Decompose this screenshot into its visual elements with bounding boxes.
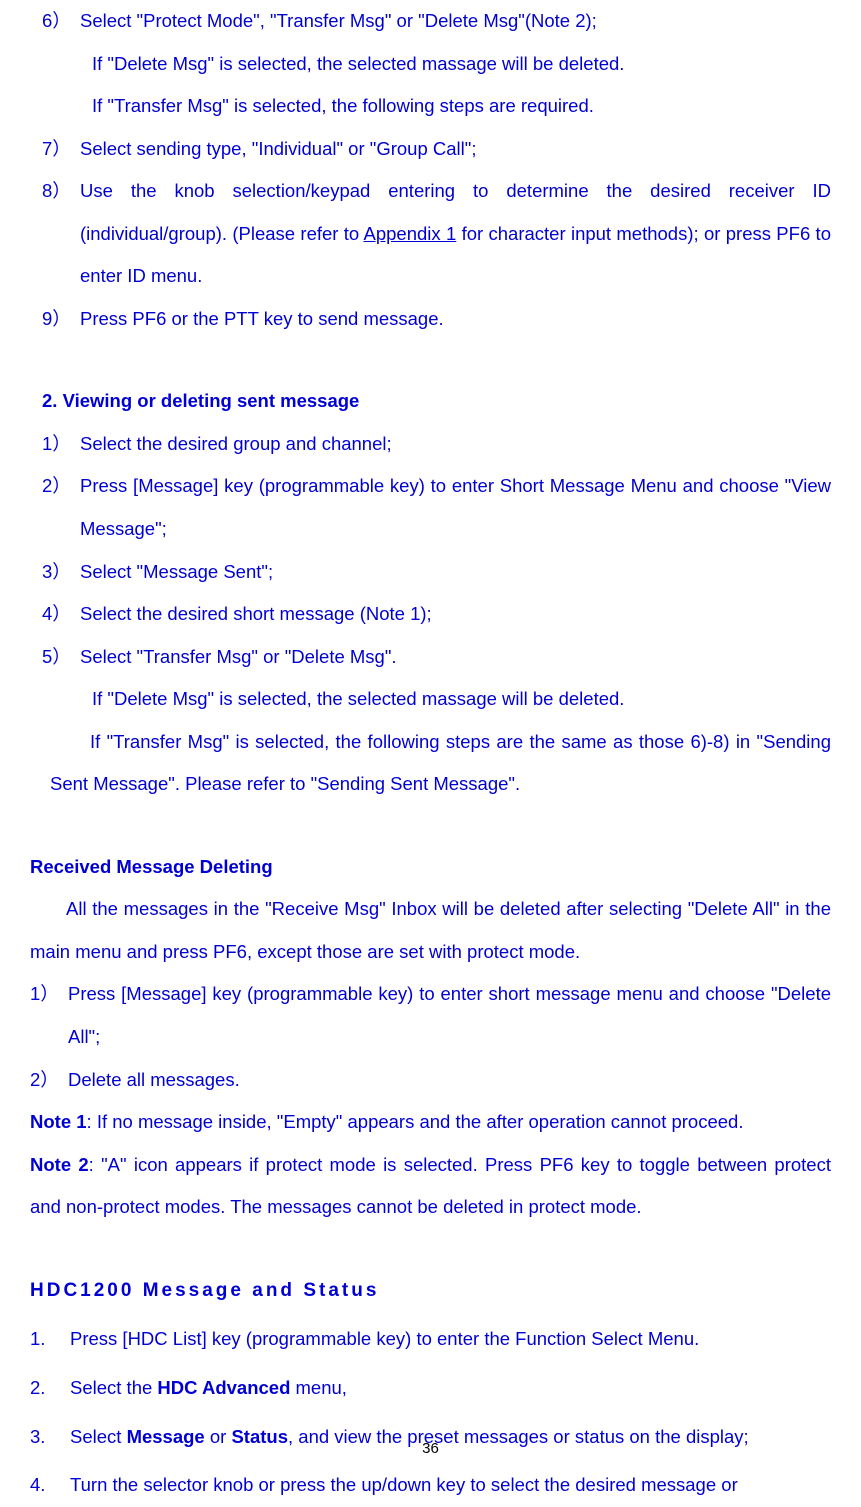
text-pre: Select the [70,1377,157,1398]
step-text: Press [Message] key (programmable key) t… [68,973,831,1058]
list-step-9: 9） Press PF6 or the PTT key to send mess… [30,298,831,341]
note-2: Note 2: "A" icon appears if protect mode… [30,1144,831,1229]
recv-step-2: 2） Delete all messages. [30,1059,831,1102]
step-text: Select sending type, "Individual" or "Gr… [80,128,831,171]
step-number: 3） [30,551,80,594]
step-text: Press [HDC List] key (programmable key) … [70,1318,831,1361]
sec2-step-1: 1） Select the desired group and channel; [30,423,831,466]
sec2-step-2: 2） Press [Message] key (programmable key… [30,465,831,550]
step-text: Use the knob selection/keypad entering t… [80,170,831,298]
note-1: Note 1: If no message inside, "Empty" ap… [30,1101,831,1144]
step-number: 1. [30,1318,70,1361]
step-number: 4） [30,593,80,636]
sec2-step-5: 5） Select "Transfer Msg" or "Delete Msg"… [30,636,831,679]
step-text: Select the HDC Advanced menu, [70,1367,831,1410]
step-text: Delete all messages. [68,1059,831,1102]
step-text: Select the desired short message (Note 1… [80,593,831,636]
step-6-sub2: If "Transfer Msg" is selected, the follo… [30,85,831,128]
note-1-label: Note 1 [30,1111,87,1132]
sec2-step-5-sub1: If "Delete Msg" is selected, the selecte… [30,678,831,721]
list-step-7: 7） Select sending type, "Individual" or … [30,128,831,171]
hdc-step-2: 2. Select the HDC Advanced menu, [30,1367,831,1410]
appendix-link: Appendix 1 [364,223,457,244]
sec2-tail: If "Transfer Msg" is selected, the follo… [30,721,831,806]
note-2-label: Note 2 [30,1154,89,1175]
text-bold1: Message [127,1426,205,1447]
step-text: Select "Transfer Msg" or "Delete Msg". [80,636,831,679]
step-number: 7） [30,128,80,171]
sec2-step-3: 3） Select "Message Sent"; [30,551,831,594]
received-heading: Received Message Deleting [30,846,831,889]
step-number: 1） [30,973,68,1058]
sec2-step-4: 4） Select the desired short message (Not… [30,593,831,636]
note-1-text: : If no message inside, "Empty" appears … [87,1111,744,1132]
text-bold2: Status [231,1426,288,1447]
note-2-text: : "A" icon appears if protect mode is se… [30,1154,831,1218]
step-number: 1） [30,423,80,466]
step-number: 2） [30,465,80,550]
step-number: 6） [30,0,80,43]
text-post: menu, [290,1377,347,1398]
step-number: 3. [30,1416,70,1459]
step-number: 8） [30,170,80,298]
text-mid: or [205,1426,232,1447]
hdc-heading: HDC1200 Message and Status [30,1269,831,1313]
list-step-6: 6） Select "Protect Mode", "Transfer Msg"… [30,0,831,43]
section-2-heading: 2. Viewing or deleting sent message [30,380,831,423]
step-number: 9） [30,298,80,341]
step-text: Select Message or Status, and view the p… [70,1416,831,1459]
step-text: Select "Protect Mode", "Transfer Msg" or… [80,0,831,43]
step-number: 2） [30,1059,68,1102]
step-number: 2. [30,1367,70,1410]
hdc-step-4: 4. Turn the selector knob or press the u… [30,1464,831,1507]
received-para: All the messages in the "Receive Msg" In… [30,888,831,973]
step-text: Press [Message] key (programmable key) t… [80,465,831,550]
text-post: , and view the preset messages or status… [288,1426,749,1447]
step-text: Press PF6 or the PTT key to send message… [80,298,831,341]
recv-step-1: 1） Press [Message] key (programmable key… [30,973,831,1058]
page-number: 36 [422,1432,439,1467]
text-pre: Select [70,1426,127,1447]
text-bold: HDC Advanced [157,1377,290,1398]
hdc-step-1: 1. Press [HDC List] key (programmable ke… [30,1318,831,1361]
step-number: 5） [30,636,80,679]
list-step-8: 8） Use the knob selection/keypad enterin… [30,170,831,298]
step-text: Turn the selector knob or press the up/d… [70,1464,831,1507]
step-text: Select "Message Sent"; [80,551,831,594]
step-number: 4. [30,1464,70,1507]
step-text: Select the desired group and channel; [80,423,831,466]
step-6-sub1: If "Delete Msg" is selected, the selecte… [30,43,831,86]
